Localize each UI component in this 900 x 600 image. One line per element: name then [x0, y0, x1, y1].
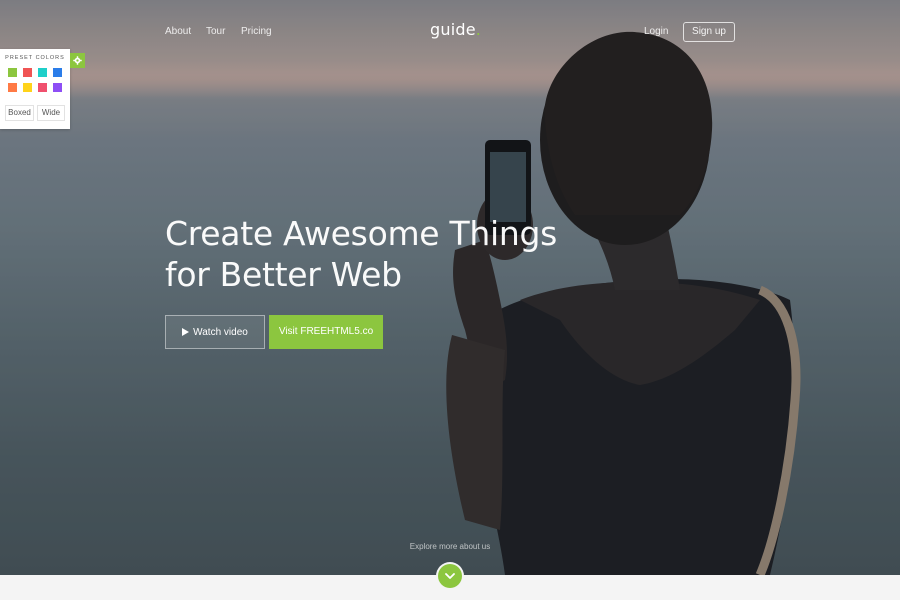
swatch-orange[interactable]: [8, 83, 17, 92]
swatch-teal[interactable]: [38, 68, 47, 77]
gear-icon: [73, 56, 82, 65]
chevron-down-icon: [445, 572, 455, 579]
swatch-yellow[interactable]: [23, 83, 32, 92]
explore-text: Explore more about us: [409, 542, 491, 551]
hero-headline: Create Awesome Things for Better Web: [165, 213, 585, 295]
brand-dot: .: [475, 20, 482, 39]
headline-line-2: for Better Web: [165, 255, 402, 294]
nav-link-pricing[interactable]: Pricing: [241, 26, 272, 37]
nav-link-about[interactable]: About: [165, 26, 191, 37]
panel-toggle-button[interactable]: [70, 53, 85, 68]
swatch-red[interactable]: [23, 68, 32, 77]
brand-logo[interactable]: guide.: [430, 20, 481, 39]
swatch-blue[interactable]: [53, 68, 62, 77]
visit-freehtml5-button[interactable]: Visit FREEHTML5.co: [269, 315, 383, 349]
scroll-down-button[interactable]: [438, 564, 462, 588]
layout-wide-button[interactable]: Wide: [37, 105, 65, 121]
layout-boxed-button[interactable]: Boxed: [5, 105, 34, 121]
watch-video-label: Watch video: [193, 326, 248, 338]
swatch-purple[interactable]: [53, 83, 62, 92]
play-icon: [182, 328, 190, 336]
preset-colors-panel: PRESET COLORS Boxed Wide: [0, 49, 70, 129]
swatch-pink[interactable]: [38, 83, 47, 92]
swatch-green[interactable]: [8, 68, 17, 77]
nav-link-tour[interactable]: Tour: [206, 26, 225, 37]
brand-name: guide: [430, 20, 476, 39]
signup-button[interactable]: Sign up: [683, 22, 735, 42]
watch-video-button[interactable]: Watch video: [165, 315, 265, 349]
headline-line-1: Create Awesome Things: [165, 214, 557, 253]
login-link[interactable]: Login: [644, 26, 668, 37]
preset-colors-title: PRESET COLORS: [5, 55, 65, 61]
